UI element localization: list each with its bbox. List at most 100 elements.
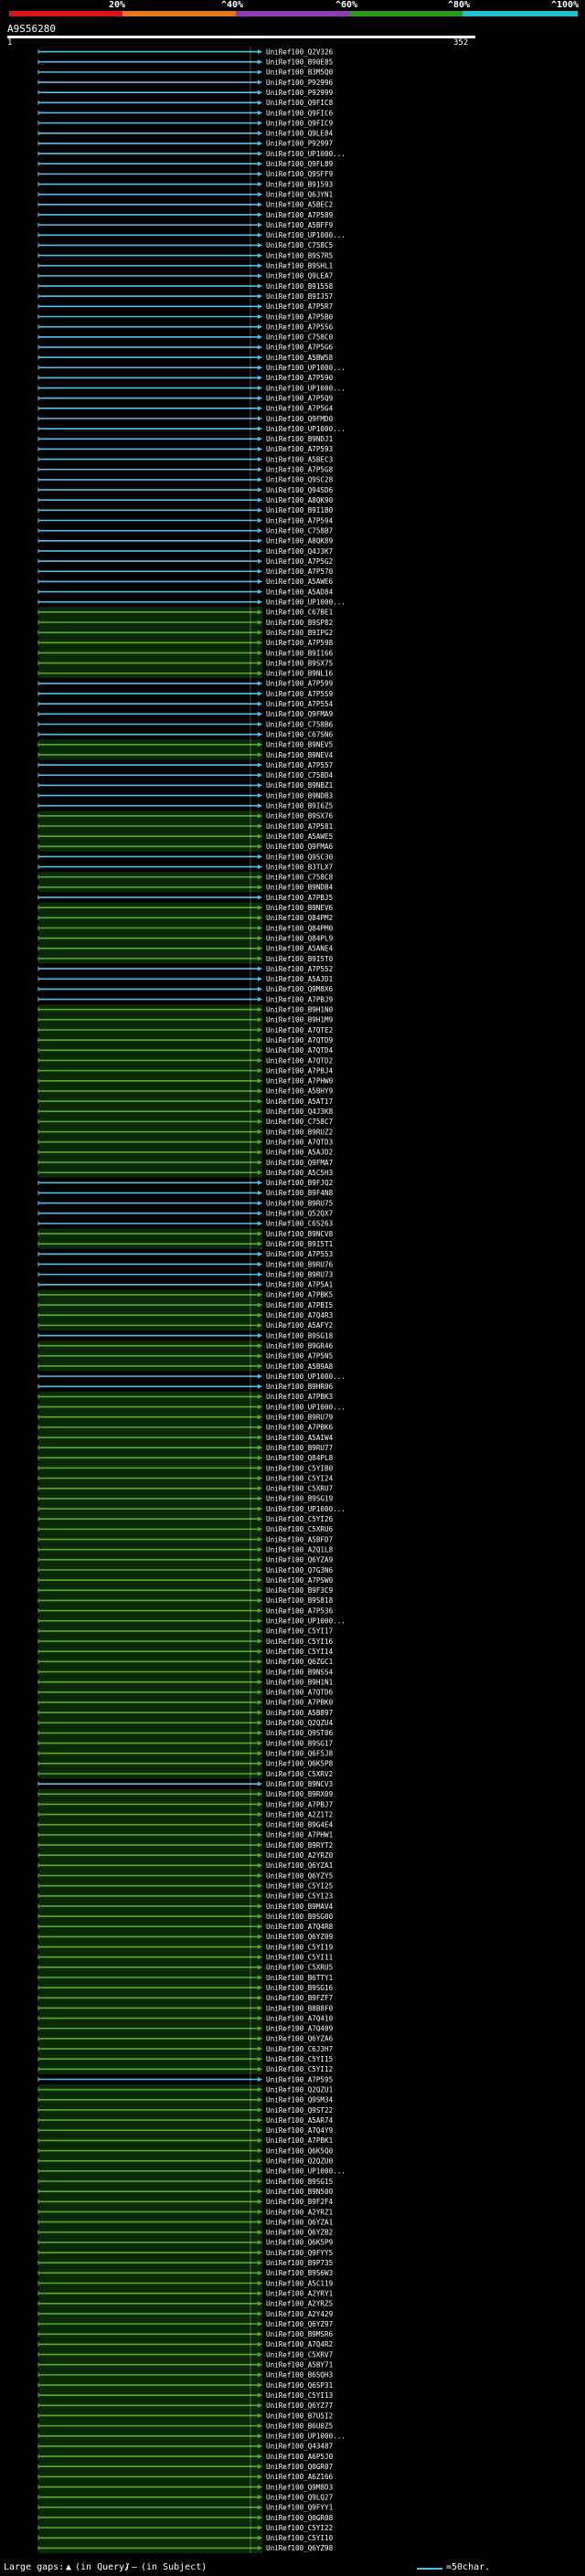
hit-label[interactable]: UniRef100_A5AD84	[266, 588, 334, 596]
hit-label[interactable]: UniRef100_Q6F5J8	[266, 1749, 334, 1757]
hit-label[interactable]: UniRef100_Q9FMA7	[266, 1159, 333, 1167]
hit-label[interactable]: UniRef100_Q9FMA6	[266, 843, 334, 851]
hit-label[interactable]: UniRef100_A7P554	[266, 700, 334, 708]
hit-label[interactable]: UniRef100_P92996	[266, 79, 334, 87]
hit-label[interactable]: UniRef100_Q9ST22	[266, 2106, 333, 2115]
hit-label[interactable]: UniRef100_C6S263	[266, 1220, 333, 1228]
hit-label[interactable]: UniRef100_A7PBK3	[266, 1393, 333, 1401]
hit-label[interactable]: UniRef100_A5AJD1	[266, 975, 334, 983]
hit-label[interactable]: UniRef100_B9SG17	[266, 1739, 333, 1747]
hit-label[interactable]: UniRef100_C758C5	[266, 241, 333, 249]
hit-label[interactable]: UniRef100_A7P599	[266, 680, 334, 688]
hit-label[interactable]: UniRef100_C5YI14	[266, 1648, 334, 1656]
hit-label[interactable]: UniRef100_A7P594	[266, 516, 334, 525]
hit-label[interactable]: UniRef100_A7QTE2	[266, 1026, 333, 1034]
hit-label[interactable]: UniRef100_B9F4N8	[266, 1189, 334, 1197]
hit-label[interactable]: UniRef100_Q9FYY1	[266, 2504, 334, 2512]
hit-label[interactable]: UniRef100_C5YI16	[266, 1638, 334, 1646]
hit-label[interactable]: UniRef100_B9SG16	[266, 1984, 334, 1992]
hit-label[interactable]: UniRef100_B3TLX7	[266, 863, 333, 871]
hit-label[interactable]: UniRef100_C5YI25	[266, 1882, 333, 1890]
hit-label[interactable]: UniRef100_Q84PM2	[266, 914, 333, 922]
hit-label[interactable]: UniRef100_P92997	[266, 140, 333, 148]
hit-label[interactable]: UniRef100_Q6YZA1	[266, 1861, 334, 1870]
hit-label[interactable]: UniRef100_Q6YZA1	[266, 2218, 334, 2226]
hit-label[interactable]: UniRef100_A7P5N5	[266, 1352, 333, 1361]
hit-label[interactable]: UniRef100_C5YI24	[266, 1474, 334, 1482]
hit-label[interactable]: UniRef100_B9RU75	[266, 1199, 333, 1207]
hit-label[interactable]: UniRef100_B9I166	[266, 649, 334, 657]
hit-label[interactable]: UniRef100_UP1000...	[266, 2433, 346, 2441]
hit-label[interactable]: UniRef100_B9NL16	[266, 670, 334, 678]
hit-label[interactable]: UniRef100_C758B6	[266, 720, 334, 728]
hit-label[interactable]: UniRef100_C5XRV2	[266, 1770, 333, 1778]
hit-label[interactable]: UniRef100_A7PBJ4	[266, 1066, 334, 1075]
hit-label[interactable]: UniRef100_Q9LEA7	[266, 272, 333, 281]
hit-label[interactable]: UniRef100_B9RU79	[266, 1414, 334, 1422]
hit-label[interactable]: UniRef100_B9SX75	[266, 659, 333, 667]
hit-label[interactable]: UniRef100_B9NEV6	[266, 904, 334, 912]
hit-label[interactable]: UniRef100_B9RU77	[266, 1444, 333, 1452]
hit-label[interactable]: UniRef100_A7P598	[266, 639, 334, 647]
hit-label[interactable]: UniRef100_A6P5J0	[266, 2453, 334, 2461]
hit-label[interactable]: UniRef100_C5YI13	[266, 2391, 333, 2400]
hit-label[interactable]: UniRef100_A7P5B0	[266, 313, 334, 321]
hit-label[interactable]: UniRef100_UP1000...	[266, 2168, 346, 2176]
hit-label[interactable]: UniRef100_A7P5R7	[266, 302, 333, 311]
hit-label[interactable]: UniRef100_A7P557	[266, 761, 333, 769]
hit-label[interactable]: UniRef100_B9F3C9	[266, 1586, 334, 1595]
hit-label[interactable]: UniRef100_Q9SC28	[266, 476, 334, 484]
hit-label[interactable]: UniRef100_A5B897	[266, 1709, 333, 1717]
hit-label[interactable]: UniRef100_C758D4	[266, 771, 334, 779]
hit-label[interactable]: UniRef100_B6SQH3	[266, 2371, 333, 2380]
hit-label[interactable]: UniRef100_B9SG19	[266, 1495, 334, 1503]
hit-label[interactable]: UniRef100_C758C8	[266, 874, 334, 882]
hit-label[interactable]: UniRef100_B9S6W3	[266, 2269, 333, 2277]
hit-label[interactable]: UniRef100_A5BW58	[266, 354, 334, 362]
hit-label[interactable]: UniRef100_Q9FMD0	[266, 415, 334, 423]
hit-label[interactable]: UniRef100_A7P5S6	[266, 323, 334, 331]
hit-label[interactable]: UniRef100_Q2QZU1	[266, 2085, 334, 2094]
hit-label[interactable]: UniRef100_Q6JYN1	[266, 190, 334, 198]
hit-label[interactable]: UniRef100_Q6YZ09	[266, 1933, 334, 1941]
hit-label[interactable]: UniRef100_Q9LQ27	[266, 2493, 333, 2501]
hit-label[interactable]: UniRef100_B9NEV5	[266, 741, 333, 749]
hit-label[interactable]: UniRef100_A5C5H3	[266, 1169, 333, 1177]
hit-label[interactable]: UniRef100_UP1000...	[266, 231, 346, 239]
hit-label[interactable]: UniRef100_B8B8F0	[266, 2004, 334, 2012]
hit-label[interactable]: UniRef100_A7PBK6	[266, 1424, 334, 1432]
hit-label[interactable]: UniRef100_B9IJ57	[266, 292, 333, 301]
hit-label[interactable]: UniRef100_B9NCV3	[266, 1780, 333, 1788]
hit-label[interactable]: UniRef100_A8QK89	[266, 537, 334, 546]
hit-label[interactable]: UniRef100_A5BFF9	[266, 221, 334, 229]
hit-label[interactable]: UniRef100_A7PHW1	[266, 1831, 334, 1839]
hit-label[interactable]: UniRef100_UP1000...	[266, 1373, 346, 1381]
hit-label[interactable]: UniRef100_A7PHW0	[266, 1077, 334, 1086]
hit-label[interactable]: UniRef100_Q4J3K8	[266, 1108, 334, 1116]
hit-label[interactable]: UniRef100_A7Q409	[266, 2025, 334, 2033]
hit-label[interactable]: UniRef100_Q6YZA6	[266, 2035, 334, 2043]
hit-label[interactable]: UniRef100_A7QTD2	[266, 1056, 333, 1065]
hit-label[interactable]: UniRef100_A7P536	[266, 1606, 334, 1615]
hit-label[interactable]: UniRef100_A2Z1T2	[266, 1810, 333, 1818]
hit-label[interactable]: UniRef100_Q9SM34	[266, 2096, 334, 2104]
hit-label[interactable]: UniRef100_Q6K5P8	[266, 1760, 334, 1768]
hit-label[interactable]: UniRef100_A5BFD7	[266, 1535, 333, 1543]
hit-label[interactable]: UniRef100_Q6K5Q0	[266, 2147, 334, 2155]
hit-label[interactable]: UniRef100_Q84PM0	[266, 924, 334, 932]
hit-label[interactable]: UniRef100_A7QTD9	[266, 1036, 334, 1044]
hit-label[interactable]: UniRef100_B9NEV4	[266, 751, 334, 759]
hit-label[interactable]: UniRef100_A7PBJ5	[266, 894, 333, 902]
hit-label[interactable]: UniRef100_B6U0Z5	[266, 2422, 333, 2430]
hit-label[interactable]: UniRef100_Q2QZU4	[266, 1719, 334, 1727]
hit-label[interactable]: UniRef100_A7PBK0	[266, 1699, 334, 1707]
hit-label[interactable]: UniRef100_Q6ZGC1	[266, 1658, 334, 1666]
hit-label[interactable]: UniRef100_A7P595	[266, 2075, 333, 2083]
hit-label[interactable]: UniRef100_UP1000...	[266, 364, 346, 372]
hit-label[interactable]: UniRef100_Q9SFF9	[266, 170, 334, 178]
hit-label[interactable]: UniRef100_B9NSS4	[266, 1668, 334, 1676]
hit-label[interactable]: UniRef100_C758C7	[266, 1118, 333, 1126]
hit-label[interactable]: UniRef100_A6Z166	[266, 2473, 334, 2481]
hit-label[interactable]: UniRef100_A7PBK5	[266, 1291, 333, 1299]
hit-label[interactable]: UniRef100_B91558	[266, 282, 334, 291]
